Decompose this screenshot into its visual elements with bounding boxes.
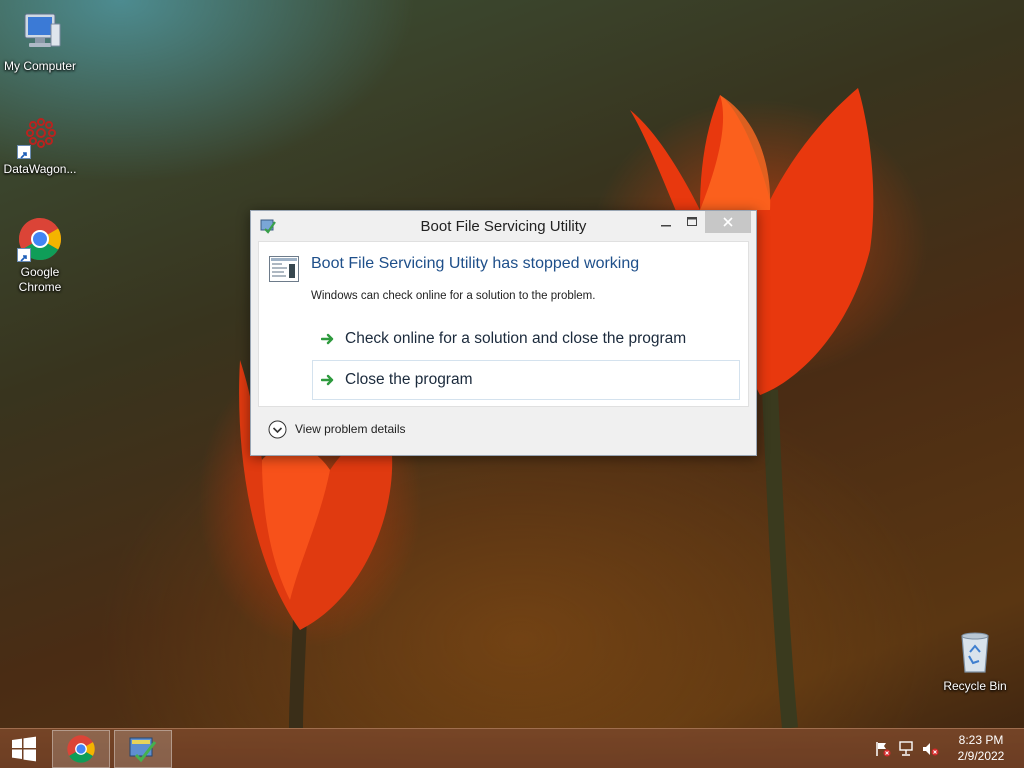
clock-date: 2/9/2022 [957, 749, 1005, 763]
minimize-icon [661, 225, 671, 227]
recycle-bin-icon [952, 630, 998, 676]
maximize-icon [687, 217, 697, 226]
view-problem-details-label: View problem details [295, 422, 406, 436]
dialog-titlebar[interactable]: Boot File Servicing Utility [251, 211, 756, 241]
dialog-title: Boot File Servicing Utility [420, 217, 587, 235]
taskbar-boot-utility-button[interactable] [114, 730, 172, 768]
error-heading: Boot File Servicing Utility has stopped … [311, 255, 640, 272]
program-window-icon [269, 256, 299, 282]
close-button[interactable] [705, 211, 751, 233]
desktop-icon-label: DataWagon... [3, 162, 77, 176]
app-icon [259, 217, 277, 235]
minimize-button[interactable] [653, 211, 679, 233]
taskbar-clock[interactable]: 8:23 PM 2/9/2022 [946, 732, 1016, 764]
boot-utility-icon [129, 737, 157, 763]
action-center-flag-icon[interactable] [874, 741, 892, 757]
check-online-button[interactable]: Check online for a solution and close th… [312, 319, 740, 359]
computer-icon [17, 10, 63, 56]
close-icon [723, 217, 733, 227]
desktop-icon-datawagon[interactable]: DataWagon... [0, 113, 80, 177]
dialog-footer: View problem details [258, 409, 749, 449]
network-icon[interactable] [898, 741, 916, 757]
desktop-icon-label: Recycle Bin [943, 679, 1007, 693]
shortcut-arrow-icon [17, 145, 31, 159]
clock-time: 8:23 PM [958, 733, 1004, 747]
check-online-label: Check online for a solution and close th… [345, 330, 687, 347]
chrome-icon [67, 735, 95, 763]
volume-muted-icon[interactable] [922, 741, 940, 757]
error-dialog: Boot File Servicing Utility Boot File Se… [250, 210, 757, 456]
desktop-icon-my-computer[interactable]: My Computer [0, 10, 80, 74]
chevron-down-icon [268, 420, 287, 438]
chrome-icon [17, 216, 63, 262]
taskbar: 8:23 PM 2/9/2022 [0, 728, 1024, 768]
view-problem-details-toggle[interactable]: View problem details [268, 420, 406, 439]
dialog-content: Boot File Servicing Utility has stopped … [258, 241, 749, 407]
start-button[interactable] [0, 729, 48, 768]
desktop-icon-label: My Computer [3, 59, 77, 73]
datawagon-icon [17, 113, 63, 159]
green-arrow-icon [321, 374, 334, 386]
windows-logo-icon [12, 736, 36, 762]
shortcut-arrow-icon [17, 248, 31, 262]
close-program-button[interactable]: Close the program [312, 360, 740, 400]
taskbar-chrome-button[interactable] [52, 730, 110, 768]
desktop-icon-recycle-bin[interactable]: Recycle Bin [935, 630, 1015, 694]
close-program-label: Close the program [345, 371, 473, 388]
error-message: Windows can check online for a solution … [311, 290, 596, 302]
green-arrow-icon [321, 333, 334, 345]
desktop-icon-label: Google Chrome [18, 265, 62, 294]
maximize-button[interactable] [679, 211, 705, 233]
desktop-icon-google-chrome[interactable]: Google Chrome [0, 216, 80, 295]
